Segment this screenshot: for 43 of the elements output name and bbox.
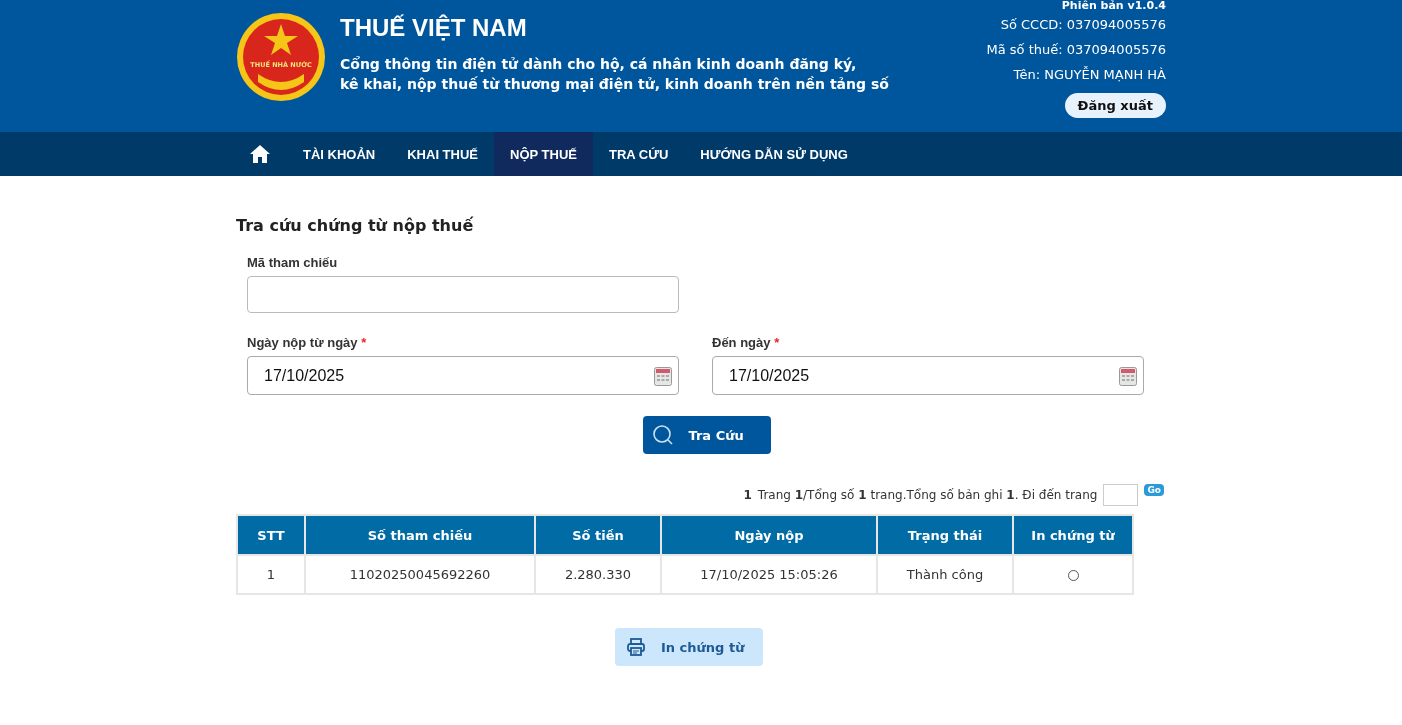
column-header: STT (237, 515, 305, 555)
search-icon (652, 425, 673, 445)
table-cell: 1 (237, 555, 305, 594)
column-header: Trạng thái (877, 515, 1013, 555)
user-info-text: Mã số thuế: 037094005576 (986, 41, 1166, 59)
field-label: Đến ngày (712, 335, 771, 350)
user-info-text: Tên: NGUYỄN MẠNH HÀ (1013, 65, 1166, 84)
user-info-text: Phiên bản v1.0.4 (1061, 0, 1166, 12)
page-title: Tra cứu chứng từ nộp thuế (236, 216, 475, 235)
calendar-icon[interactable] (1119, 365, 1137, 386)
nav-tab[interactable]: HƯỚNG DẪN SỬ DỤNG (684, 132, 864, 176)
column-header: Số tham chiếu (305, 515, 535, 555)
home-icon[interactable] (249, 144, 271, 164)
site-subtitle: kê khai, nộp thuế từ thương mại điện tử, kinh doanh trên nền tảng số (340, 75, 889, 94)
column-header: In chứng từ (1013, 515, 1133, 555)
column-header: Số tiền (535, 515, 661, 555)
column-header: Ngày nộp (661, 515, 877, 555)
nav-tab[interactable]: NỘP THUẾ (494, 132, 593, 176)
field-label: Ngày nộp từ ngày (247, 335, 358, 350)
calendar-icon[interactable] (654, 365, 672, 386)
site-title: THUẾ VIỆT NAM (340, 14, 528, 42)
nav-tab[interactable]: TÀI KHOẢN (287, 132, 392, 176)
date-field[interactable]: 17/10/2025 (712, 356, 1144, 395)
table-cell: 11020250045692260 (305, 555, 535, 594)
site-subtitle: Cổng thông tin điện tử dành cho hộ, cá nhân kinh doanh đăng ký, (340, 55, 858, 74)
date-field[interactable]: 17/10/2025 (247, 356, 679, 395)
table-cell: 2.280.330 (535, 555, 661, 594)
page-number-input[interactable] (1103, 484, 1139, 506)
pagination-summary: Trang 1/Tổng số 1 trang.Tổng số bản ghi 1. Đi đến trang (757, 488, 1098, 502)
printer-icon (627, 638, 645, 656)
search-button[interactable]: Tra Cứu (642, 416, 771, 454)
required-mark: * (361, 335, 367, 350)
table-cell: 17/10/2025 15:05:26 (661, 555, 877, 594)
nav-tab[interactable]: TRA CỨU (592, 132, 685, 176)
current-page: 1 (743, 488, 752, 502)
reference-input[interactable] (247, 276, 679, 313)
field-label: Mã tham chiếu (247, 255, 339, 270)
logout-button[interactable]: Đăng xuất (1064, 93, 1166, 118)
table-cell: Thành công (877, 555, 1013, 594)
nav-tab[interactable]: KHAI THUẾ (391, 132, 494, 176)
user-info-text: Số CCCD: 037094005576 (1000, 16, 1166, 34)
required-mark: * (774, 335, 780, 350)
print-button[interactable]: In chứng từ (615, 628, 763, 666)
